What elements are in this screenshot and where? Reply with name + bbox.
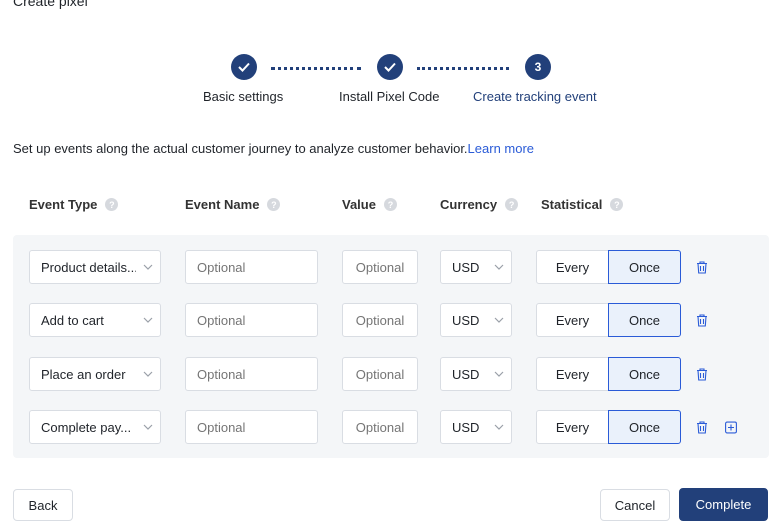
header-value-label: Value [342,197,376,212]
chevron-down-icon [487,264,511,270]
header-event-type: Event Type ? [29,197,119,212]
step-1-label: Basic settings [203,89,284,104]
learn-more-link[interactable]: Learn more [468,141,534,156]
chevron-down-icon [136,317,160,323]
statistical-every-option[interactable]: Every [536,303,609,337]
delete-row-icon[interactable] [695,420,709,434]
chevron-down-icon [487,424,511,430]
event-type-value: Complete pay... [41,419,132,435]
step-3-label: Create tracking event [473,89,597,104]
event-name-input[interactable] [185,410,318,444]
statistical-once-option[interactable]: Once [608,410,681,444]
step-connector-1 [271,67,361,70]
page-title: Create pixel [13,0,88,9]
delete-row-icon[interactable] [695,260,709,274]
cancel-button[interactable]: Cancel [600,489,670,521]
event-type-select[interactable]: Complete pay... [29,410,161,444]
statistical-every-option[interactable]: Every [536,357,609,391]
chevron-down-icon [136,371,160,377]
statistical-once-option[interactable]: Once [608,357,681,391]
statistical-once-option[interactable]: Once [608,303,681,337]
event-type-value: Place an order [41,366,126,382]
help-icon[interactable]: ? [105,198,119,211]
description-text: Set up events along the actual customer … [13,141,468,156]
currency-select[interactable]: USD [440,357,512,391]
back-button[interactable]: Back [13,489,73,521]
step-2-check-icon [377,54,403,80]
value-input[interactable] [342,410,418,444]
header-event-name-label: Event Name [185,197,260,212]
statistical-every-option[interactable]: Every [536,410,609,444]
step-connector-2 [417,67,509,70]
step-1-check-icon [231,54,257,80]
help-icon[interactable]: ? [267,198,281,211]
chevron-down-icon [487,317,511,323]
event-name-input[interactable] [185,303,318,337]
help-icon[interactable]: ? [383,198,397,211]
chevron-down-icon [136,424,160,430]
event-type-value: Add to cart [41,312,104,328]
value-input[interactable] [342,357,418,391]
complete-button[interactable]: Complete [679,488,768,521]
help-icon[interactable]: ? [610,198,624,211]
event-name-input[interactable] [185,357,318,391]
statistical-once-option[interactable]: Once [608,250,681,284]
value-input[interactable] [342,303,418,337]
event-type-value: Product details... [41,259,136,275]
header-event-name: Event Name ? [185,197,281,212]
currency-value: USD [452,259,480,275]
statistical-every-option[interactable]: Every [536,250,609,284]
value-input[interactable] [342,250,418,284]
step-2-label: Install Pixel Code [339,89,440,104]
currency-select[interactable]: USD [440,250,512,284]
table-row: Complete pay... USD Every Once [0,410,780,444]
event-type-select[interactable]: Place an order [29,357,161,391]
header-value: Value ? [342,197,397,212]
chevron-down-icon [136,264,160,270]
event-type-select[interactable]: Add to cart [29,303,161,337]
header-statistical-label: Statistical [541,197,603,212]
event-type-select[interactable]: Product details... [29,250,161,284]
header-currency: Currency ? [440,197,519,212]
delete-row-icon[interactable] [695,367,709,381]
currency-select[interactable]: USD [440,410,512,444]
step-3-number: 3 [525,54,551,80]
add-row-icon[interactable] [724,420,738,434]
delete-row-icon[interactable] [695,313,709,327]
currency-select[interactable]: USD [440,303,512,337]
table-row: Add to cart USD Every Once [0,303,780,337]
header-event-type-label: Event Type [29,197,98,212]
header-statistical: Statistical ? [541,197,624,212]
currency-value: USD [452,419,480,435]
currency-value: USD [452,312,480,328]
table-row: Place an order USD Every Once [0,357,780,391]
table-row: Product details... USD Every Once [0,250,780,284]
description: Set up events along the actual customer … [13,141,534,156]
event-name-input[interactable] [185,250,318,284]
chevron-down-icon [487,371,511,377]
header-currency-label: Currency [440,197,498,212]
help-icon[interactable]: ? [505,198,519,211]
currency-value: USD [452,366,480,382]
